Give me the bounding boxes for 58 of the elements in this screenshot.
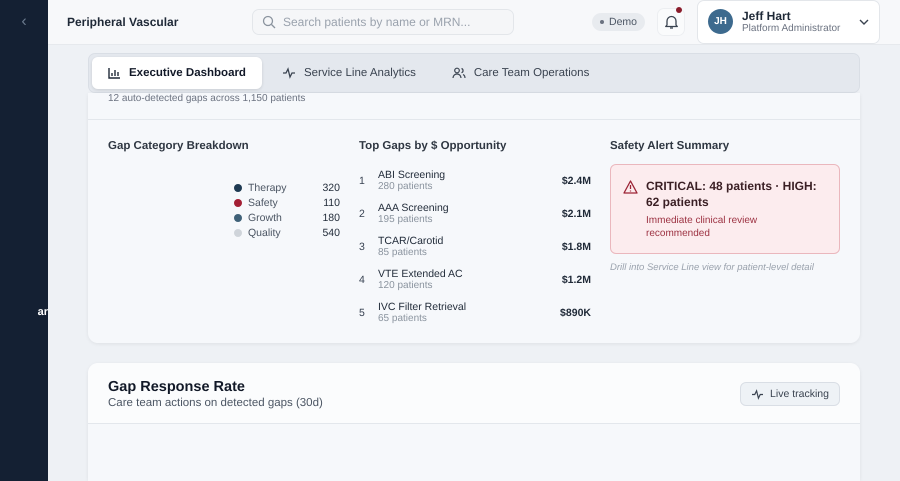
opportunity-amount: $2.1M <box>562 208 591 220</box>
legend-label: Quality <box>248 227 282 239</box>
patient-count: 195 patients <box>378 214 434 225</box>
warning-icon <box>623 180 638 194</box>
notifications-button[interactable] <box>657 8 685 36</box>
bar-chart-icon <box>108 67 121 79</box>
sidebar-label: ar <box>38 306 48 318</box>
gap-name: ABI Screening <box>378 169 446 181</box>
rank-number: 3 <box>359 240 366 252</box>
live-tracking-badge: Live tracking <box>740 382 840 406</box>
rank-number: 5 <box>359 306 366 318</box>
rank-number: 4 <box>359 274 366 286</box>
tab[interactable]: Service Line Analytics <box>266 57 432 89</box>
legend-value: 540 <box>322 227 340 239</box>
card-subtitle: 12 auto-detected gaps across 1,150 patients <box>88 93 860 120</box>
user-name: Jeff Hart <box>742 9 792 23</box>
legend-label: Safety <box>248 197 279 209</box>
pulse-icon <box>751 388 764 400</box>
section-title: Top Gaps by $ Opportunity <box>359 140 508 152</box>
hint-text: Drill into Service Line view for patient-level detail <box>610 262 815 273</box>
people-icon <box>452 67 466 79</box>
alert-heading: CRITICAL: 48 patients · HIGH: 62 patients <box>646 178 818 210</box>
page-title: Peripheral Vascular <box>67 15 180 29</box>
patient-count: 120 patients <box>378 280 434 291</box>
card-title: Gap Response Rate <box>108 379 246 395</box>
section-title: Safety Alert Summary <box>610 140 730 152</box>
tab[interactable]: Executive Dashboard <box>92 57 262 89</box>
card-subtitle: Care team actions on detected gaps (30d) <box>108 397 323 409</box>
gap-name: AAA Screening <box>378 202 450 214</box>
rank-number: 1 <box>359 174 366 186</box>
opportunity-amount: $1.2M <box>562 274 591 286</box>
rank-number: 2 <box>359 208 366 220</box>
gap-name: IVC Filter Retrieval <box>378 301 468 313</box>
alert-detail: Immediate clinical review recommended <box>646 214 758 240</box>
gap-name: TCAR/Carotid <box>378 235 444 247</box>
patient-count: 280 patients <box>378 181 434 192</box>
user-menu[interactable]: JH Jeff Hart Platform Administrator <box>697 0 880 44</box>
legend-value: 110 <box>323 197 340 209</box>
gap-name: VTE Extended AC <box>378 268 464 280</box>
section-title: Gap Category Breakdown <box>108 140 250 152</box>
opportunity-amount: $890K <box>560 306 591 318</box>
opportunity-amount: $2.4M <box>562 174 591 186</box>
legend-label: Therapy <box>248 182 288 194</box>
patient-count: 65 patients <box>378 313 428 324</box>
legend-value: 320 <box>322 182 340 194</box>
environment-badge: Demo <box>592 13 645 31</box>
pulse-icon <box>282 67 296 79</box>
user-avatar: JH <box>708 9 733 34</box>
legend-value: 180 <box>322 212 340 224</box>
legend-label: Growth <box>248 212 283 224</box>
search-field[interactable]: Search patients by name or MRN... <box>252 9 514 35</box>
tab[interactable]: Care Team Operations <box>436 57 606 89</box>
collapse-button[interactable]: ‹ <box>0 0 48 44</box>
bell-icon <box>664 14 678 30</box>
user-role: Platform Administrator <box>742 23 842 34</box>
patient-count: 85 patients <box>378 247 428 258</box>
opportunity-amount: $1.8M <box>562 240 591 252</box>
chevron-down-icon <box>859 18 869 24</box>
